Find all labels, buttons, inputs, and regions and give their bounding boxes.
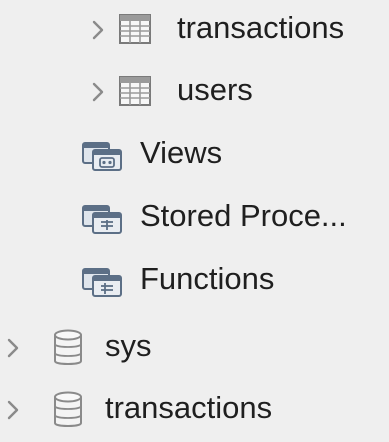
chevron-right-icon[interactable] bbox=[4, 337, 22, 359]
database-icon bbox=[54, 391, 82, 427]
tree-item-table-transactions[interactable]: transactions bbox=[0, 0, 389, 62]
tree-item-label: users bbox=[177, 72, 253, 107]
chevron-right-icon[interactable] bbox=[89, 19, 107, 41]
tree-item-label: transactions bbox=[105, 390, 273, 425]
stored-procedures-folder-icon bbox=[82, 205, 122, 234]
tree-item-stored-procedures[interactable]: Stored Proce... bbox=[0, 188, 389, 250]
chevron-right-icon[interactable] bbox=[89, 81, 107, 103]
table-icon bbox=[119, 14, 151, 44]
tree-item-label: Functions bbox=[140, 261, 275, 296]
tree-item-database-transactions[interactable]: transactions bbox=[0, 380, 389, 442]
tree-item-label: Views bbox=[140, 135, 223, 170]
tree-item-views[interactable]: Views bbox=[0, 125, 389, 187]
chevron-right-icon[interactable] bbox=[4, 399, 22, 421]
functions-folder-icon bbox=[82, 268, 122, 297]
tree-item-database-sys[interactable]: sys bbox=[0, 318, 389, 380]
table-icon bbox=[119, 76, 151, 106]
views-folder-icon bbox=[82, 142, 122, 171]
schema-navigator-tree: transactions users Views Stored Proce...… bbox=[0, 0, 389, 442]
tree-item-functions[interactable]: Functions bbox=[0, 251, 389, 313]
database-icon bbox=[54, 329, 82, 365]
tree-item-label: transactions bbox=[177, 10, 345, 45]
tree-item-label: sys bbox=[105, 328, 152, 363]
tree-item-table-users[interactable]: users bbox=[0, 62, 389, 124]
tree-item-label: Stored Proce... bbox=[140, 198, 347, 233]
